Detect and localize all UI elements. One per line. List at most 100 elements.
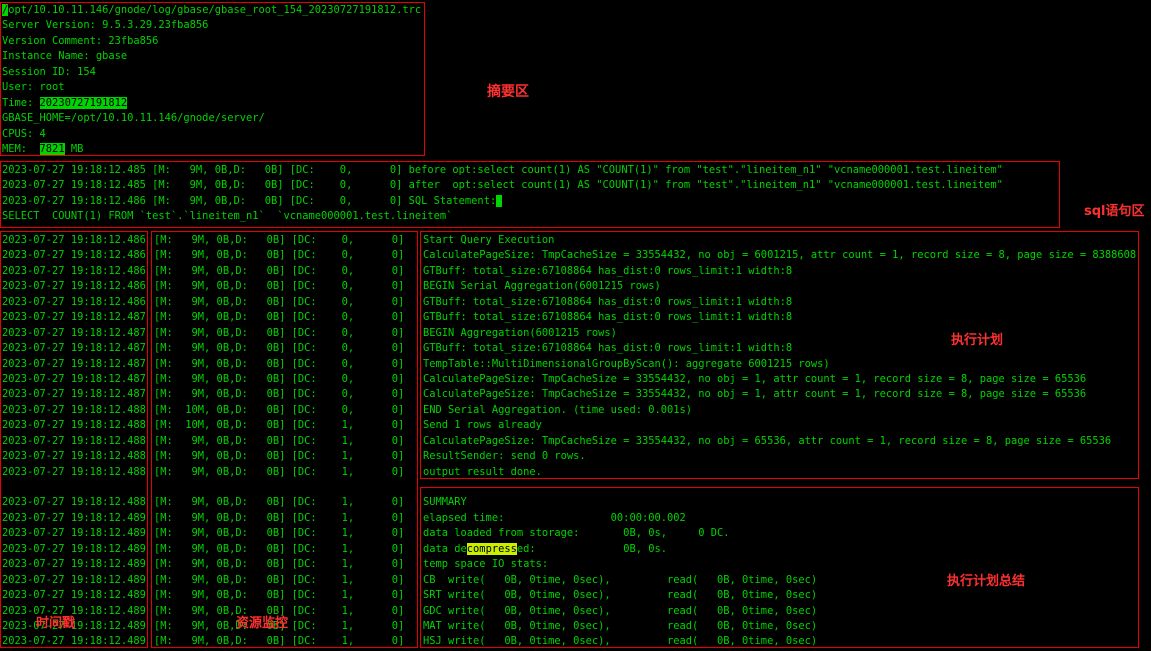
- log-timestamp: 2023-07-27 19:18:12.486: [2, 249, 146, 262]
- log-message: GTBuff: total_size:67108864 has_dist:0 r…: [423, 342, 793, 355]
- log-timestamp: 2023-07-27 19:18:12.489: [2, 573, 146, 586]
- log-message: GTBuff: total_size:67108864 has_dist:0 r…: [423, 264, 793, 277]
- log-resource: [M: 9M, 0B,D: 0B] [DC: 0, 0]: [154, 326, 405, 339]
- log-timestamp: 2023-07-27 19:18:12.488: [2, 419, 146, 432]
- message-column: Start Query Execution CalculatePageSize: …: [423, 233, 1136, 650]
- header-line: Time: 20230727191812: [2, 96, 128, 109]
- header-line: /opt/10.10.11.146/gnode/log/gbase/gbase_…: [2, 4, 422, 16]
- sql-section: 2023-07-27 19:18:12.485 [M: 9M, 0B,D: 0B…: [2, 163, 1003, 225]
- header-line: User: root: [2, 81, 65, 94]
- annotation-exec-plan: 执行计划: [951, 333, 1004, 348]
- header-line: Server Version: 9.5.3.29.23fba856: [2, 19, 209, 32]
- log-message: GTBuff: total_size:67108864 has_dist:0 r…: [423, 295, 793, 308]
- log-timestamp: 2023-07-27 19:18:12.489: [2, 558, 146, 571]
- log-message: GTBuff: total_size:67108864 has_dist:0 r…: [423, 311, 793, 324]
- log-resource: [M: 9M, 0B,D: 0B] [DC: 0, 0]: [154, 280, 405, 293]
- log-resource: [M: 9M, 0B,D: 0B] [DC: 1, 0]: [154, 589, 405, 602]
- log-message: GDC write( 0B, 0time, 0sec), read( 0B, 0…: [423, 604, 818, 617]
- log-timestamp: 2023-07-27 19:18:12.488: [2, 434, 146, 447]
- log-message: ResultSender: send 0 rows.: [423, 450, 586, 463]
- search-highlight: compress: [466, 542, 517, 555]
- log-timestamp: 2023-07-27 19:18:12.487: [2, 357, 146, 370]
- log-timestamp: 2023-07-27 19:18:12.487: [2, 372, 146, 385]
- log-timestamp: 2023-07-27 19:18:12.487: [2, 326, 146, 339]
- log-timestamp: 2023-07-27 19:18:12.489: [2, 542, 146, 555]
- log-resource: [M: 9M, 0B,D: 0B] [DC: 0, 0]: [154, 264, 405, 277]
- sql-line: 2023-07-27 19:18:12.485 [M: 9M, 0B,D: 0B…: [2, 179, 1003, 192]
- log-message: CB write( 0B, 0time, 0sec), read( 0B, 0t…: [423, 573, 818, 586]
- log-message: Send 1 rows already: [423, 419, 542, 432]
- log-timestamp: 2023-07-27 19:18:12.488: [2, 465, 146, 478]
- log-message: elapsed time: 00:00:00.002: [423, 511, 686, 524]
- log-message: Start Query Execution: [423, 234, 555, 246]
- log-message: BEGIN Serial Aggregation(6001215 rows): [423, 280, 661, 293]
- log-timestamp: 2023-07-27 19:18:12.488: [2, 496, 146, 509]
- header-line: Version Comment: 23fba856: [2, 34, 159, 47]
- log-message: BEGIN Aggregation(6001215 rows): [423, 326, 617, 339]
- timestamp-column: 2023-07-27 19:18:12.486 2023-07-27 19:18:…: [2, 233, 146, 650]
- log-resource: [M: 9M, 0B,D: 0B] [DC: 0, 0]: [154, 372, 405, 385]
- log-resource: [M: 9M, 0B,D: 0B] [DC: 1, 0]: [154, 542, 405, 555]
- log-timestamp: 2023-07-27 19:18:12.488: [2, 403, 146, 416]
- log-resource: [M: 9M, 0B,D: 0B] [DC: 1, 0]: [154, 465, 405, 478]
- log-message: CalculatePageSize: TmpCacheSize = 335544…: [423, 434, 1112, 447]
- log-timestamp: 2023-07-27 19:18:12.487: [2, 388, 146, 401]
- log-resource: [154, 480, 404, 495]
- log-resource: [M: 9M, 0B,D: 0B] [DC: 0, 0]: [154, 342, 405, 355]
- log-message: HSJ write( 0B, 0time, 0sec), read( 0B, 0…: [423, 635, 818, 648]
- header-line: MEM: 7821 MB: [2, 142, 84, 155]
- log-resource: [M: 9M, 0B,D: 0B] [DC: 0, 0]: [154, 249, 405, 262]
- header-line: Instance Name: gbase: [2, 50, 128, 63]
- log-message: data decompressed: 0B, 0s.: [423, 542, 667, 555]
- log-message: END Serial Aggregation. (time used: 0.00…: [423, 403, 692, 416]
- log-message: temp space IO stats:: [423, 558, 549, 571]
- terminal-screen[interactable]: /opt/10.10.11.146/gnode/log/gbase/gbase_…: [0, 0, 1151, 651]
- log-timestamp: 2023-07-27 19:18:12.489: [2, 527, 146, 540]
- log-resource: [M: 9M, 0B,D: 0B] [DC: 1, 0]: [154, 558, 405, 571]
- log-resource: [M: 9M, 0B,D: 0B] [DC: 0, 0]: [154, 357, 405, 370]
- log-timestamp: 2023-07-27 19:18:12.486: [2, 280, 146, 293]
- sql-line: SELECT COUNT(1) FROM `test`.`lineitem_n1…: [2, 210, 453, 223]
- log-timestamp: 2023-07-27 19:18:12.487: [2, 342, 146, 355]
- log-resource: [M: 9M, 0B,D: 0B] [DC: 1, 0]: [154, 527, 405, 540]
- selection-highlight: 7821: [39, 142, 65, 155]
- log-resource: [M: 9M, 0B,D: 0B] [DC: 1, 0]: [154, 434, 405, 447]
- selection-highlight: 20230727191812: [39, 96, 128, 109]
- header-line: GBASE_HOME=/opt/10.10.11.146/gnode/serve…: [2, 112, 265, 125]
- log-resource: [M: 9M, 0B,D: 0B] [DC: 0, 0]: [154, 234, 405, 246]
- log-message: TempTable::MultiDimensionalGroupByScan()…: [423, 357, 830, 370]
- log-resource: [M: 10M, 0B,D: 0B] [DC: 0, 0]: [154, 403, 405, 416]
- sql-line: 2023-07-27 19:18:12.486 [M: 9M, 0B,D: 0B…: [2, 194, 1003, 209]
- log-resource: [M: 9M, 0B,D: 0B] [DC: 1, 0]: [154, 511, 405, 524]
- log-timestamp: 2023-07-27 19:18:12.486: [2, 264, 146, 277]
- header-line: CPUS: 4: [2, 127, 46, 140]
- log-message: [423, 480, 1136, 495]
- annotation-exec-plan-summary: 执行计划总结: [947, 574, 1026, 589]
- log-timestamp: 2023-07-27 19:18:12.486: [2, 234, 146, 246]
- selection-highlight: [496, 194, 503, 207]
- header-line: Session ID: 154: [2, 65, 96, 78]
- log-timestamp: 2023-07-27 19:18:12.489: [2, 511, 146, 524]
- log-timestamp: 2023-07-27 19:18:12.489: [2, 635, 146, 648]
- log-message: SUMMARY: [423, 496, 467, 509]
- sql-line: 2023-07-27 19:18:12.485 [M: 9M, 0B,D: 0B…: [2, 164, 1003, 176]
- log-timestamp: 2023-07-27 19:18:12.489: [2, 589, 146, 602]
- log-resource: [M: 9M, 0B,D: 0B] [DC: 0, 0]: [154, 388, 405, 401]
- annotation-timestamp: 时间戳: [36, 616, 76, 631]
- log-message: MAT write( 0B, 0time, 0sec), read( 0B, 0…: [423, 619, 818, 632]
- log-timestamp: 2023-07-27 19:18:12.488: [2, 450, 146, 463]
- log-message: output result done.: [423, 465, 542, 478]
- log-message: SRT write( 0B, 0time, 0sec), read( 0B, 0…: [423, 589, 818, 602]
- annotation-resource-monitor: 资源监控: [236, 616, 289, 631]
- log-resource: [M: 9M, 0B,D: 0B] [DC: 0, 0]: [154, 295, 405, 308]
- annotation-summary-area: 摘要区: [487, 84, 529, 100]
- annotation-sql-area: sql语句区: [1084, 204, 1145, 219]
- log-message: CalculatePageSize: TmpCacheSize = 335544…: [423, 249, 1137, 262]
- log-timestamp: [2, 480, 146, 495]
- log-message: data loaded from storage: 0B, 0s, 0 DC.: [423, 527, 730, 540]
- header-section: /opt/10.10.11.146/gnode/log/gbase/gbase_…: [2, 3, 421, 157]
- log-resource: [M: 9M, 0B,D: 0B] [DC: 1, 0]: [154, 635, 405, 648]
- log-timestamp: 2023-07-27 19:18:12.486: [2, 295, 146, 308]
- log-resource: [M: 10M, 0B,D: 0B] [DC: 1, 0]: [154, 419, 405, 432]
- log-timestamp: 2023-07-27 19:18:12.487: [2, 311, 146, 324]
